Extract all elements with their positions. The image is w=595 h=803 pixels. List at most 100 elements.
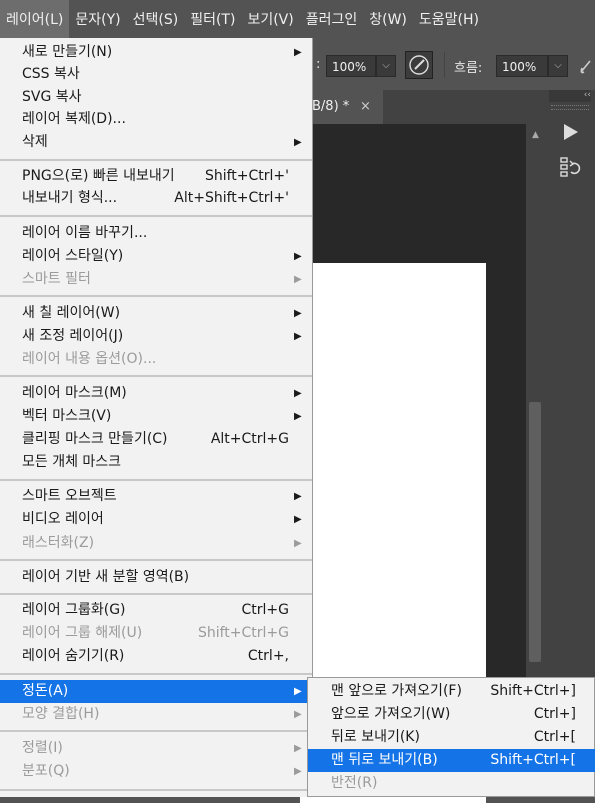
submenu-item-shortcut: Shift+Ctrl+] [490, 683, 576, 699]
menu-item-label: PNG으(로) 빠른 내보내기 [22, 168, 175, 184]
menu-item-label: 레이어 마스크(M) [22, 385, 127, 401]
panel-collapse-button[interactable]: ‹‹ [549, 90, 591, 102]
menubar-item-filter[interactable]: 필터(T) [184, 0, 241, 38]
menu-item-export-as[interactable]: 내보내기 형식... Alt+Shift+Ctrl+' [0, 187, 312, 210]
submenu-arrow-icon: ▶ [294, 709, 302, 720]
menu-item-duplicate-layer[interactable]: 레이어 복제(D)... [0, 108, 312, 131]
submenu-arrow-icon: ▶ [294, 137, 302, 148]
menu-item-shortcut: Ctrl+, [247, 648, 289, 664]
options-separator [444, 52, 445, 78]
menu-item-label: 레이어 스타일(Y) [22, 248, 124, 264]
menu-separator [0, 159, 312, 161]
menu-item-label: 정돈(A) [22, 683, 69, 699]
menu-item-group-layers[interactable]: 레이어 그룹화(G) Ctrl+G [0, 599, 312, 622]
submenu-arrow-icon: ▶ [294, 251, 302, 262]
menu-separator [0, 295, 312, 297]
menu-item-copy-svg[interactable]: SVG 복사 [0, 86, 312, 109]
menu-item-create-clipping-mask[interactable]: 클리핑 마스크 만들기(C) Alt+Ctrl+G [0, 428, 312, 451]
menu-item-copy-css[interactable]: CSS 복사 [0, 63, 312, 86]
menu-bar: 레이어(L) 문자(Y) 선택(S) 필터(T) 보기(V) 플러그인 창(W)… [0, 0, 595, 38]
menu-item-new-fill-layer[interactable]: 새 칠 레이어(W) ▶ [0, 302, 312, 325]
menu-separator [0, 215, 312, 217]
menubar-item-layer[interactable]: 레이어(L) [0, 0, 70, 38]
submenu-arrow-icon: ▶ [294, 514, 302, 525]
menu-item-shortcut: Ctrl+G [241, 602, 290, 618]
menu-item-rename-layer[interactable]: 레이어 이름 바꾸기... [0, 222, 312, 245]
submenu-item-send-to-back[interactable]: 맨 뒤로 보내기(B) Shift+Ctrl+[ [308, 749, 595, 772]
menu-item-smart-object[interactable]: 스마트 오브젝트 ▶ [0, 485, 312, 508]
menubar-item-window[interactable]: 창(W) [363, 0, 413, 38]
menu-item-layer-style[interactable]: 레이어 스타일(Y) ▶ [0, 245, 312, 268]
submenu-item-bring-forward[interactable]: 앞으로 가져오기(W) Ctrl+] [308, 703, 595, 726]
submenu-item-label: 맨 앞으로 가져오기(F) [331, 683, 462, 699]
menu-item-layer-content-options: 레이어 내용 옵션(O)... [0, 348, 312, 371]
menu-item-layer-mask[interactable]: 레이어 마스크(M) ▶ [0, 382, 312, 405]
submenu-item-send-backward[interactable]: 뒤로 보내기(K) Ctrl+[ [308, 726, 595, 749]
menu-item-align: 정렬(I) ▶ [0, 737, 312, 760]
menu-item-smart-filter: 스마트 필터 ▶ [0, 268, 312, 291]
flow-field[interactable]: 100% [496, 55, 548, 77]
opacity-field[interactable]: 100% [326, 55, 376, 77]
menu-item-new-layer-based-slice[interactable]: 레이어 기반 새 분할 영역(B) [0, 566, 312, 589]
menu-item-delete[interactable]: 삭제 ▶ [0, 131, 312, 154]
menu-item-arrange[interactable]: 정돈(A) ▶ [0, 680, 312, 703]
menu-separator [0, 730, 312, 732]
menu-item-shortcut: Shift+Ctrl+G [197, 625, 289, 641]
scroll-up-icon[interactable]: ▲ [526, 130, 545, 140]
menubar-item-select[interactable]: 선택(S) [127, 0, 185, 38]
menu-item-shortcut: Shift+Ctrl+' [204, 168, 289, 184]
menu-item-label: 레이어 내용 옵션(O)... [22, 351, 157, 367]
submenu-item-shortcut: Ctrl+] [533, 706, 576, 722]
close-icon[interactable]: × [360, 90, 371, 124]
submenu-arrow-icon: ▶ [294, 388, 302, 399]
menu-item-quick-export-png[interactable]: PNG으(로) 빠른 내보내기 Shift+Ctrl+' [0, 165, 312, 188]
layer-menu: 새로 만들기(N) ▶ CSS 복사 SVG 복사 레이어 복제(D)... 삭… [0, 38, 313, 797]
menu-item-label: 새 조정 레이어(J) [22, 328, 124, 344]
play-icon[interactable] [558, 120, 582, 144]
menu-separator [0, 673, 312, 675]
history-icon[interactable] [558, 155, 582, 179]
menu-item-label: 새로 만들기(N) [22, 44, 113, 60]
airbrush-icon[interactable] [578, 56, 595, 76]
menu-item-vector-mask[interactable]: 벡터 마스크(V) ▶ [0, 405, 312, 428]
menu-separator [0, 479, 312, 481]
menu-item-label: 스마트 필터 [22, 271, 91, 287]
menubar-item-plugins[interactable]: 플러그인 [300, 0, 364, 38]
menu-item-label: 모든 개체 마스크 [22, 454, 122, 470]
menu-item-label: 분포(Q) [22, 763, 70, 779]
menu-item-mask-all-objects[interactable]: 모든 개체 마스크 [0, 451, 312, 474]
submenu-arrow-icon: ▶ [294, 766, 302, 777]
menu-item-label: CSS 복사 [22, 66, 80, 82]
menu-item-label: 레이어 이름 바꾸기... [22, 225, 148, 241]
menu-item-video-layer[interactable]: 비디오 레이어 ▶ [0, 508, 312, 531]
menubar-item-view[interactable]: 보기(V) [241, 0, 299, 38]
menubar-item-type[interactable]: 문자(Y) [69, 0, 126, 38]
menu-separator [0, 375, 312, 377]
submenu-item-label: 앞으로 가져오기(W) [331, 706, 451, 722]
brush-pressure-icon [409, 55, 429, 75]
scroll-thumb[interactable] [529, 402, 541, 662]
menu-item-label: 비디오 레이어 [22, 511, 104, 527]
submenu-item-bring-to-front[interactable]: 맨 앞으로 가져오기(F) Shift+Ctrl+] [308, 680, 595, 703]
submenu-item-label: 뒤로 보내기(K) [331, 729, 420, 745]
menu-item-new-adjustment-layer[interactable]: 새 조정 레이어(J) ▶ [0, 325, 312, 348]
submenu-arrow-icon: ▶ [294, 686, 302, 697]
menu-item-new[interactable]: 새로 만들기(N) ▶ [0, 41, 312, 64]
opacity-dropdown-icon[interactable]: ⌵ [376, 55, 396, 77]
flow-dropdown-icon[interactable]: ⌵ [548, 55, 568, 77]
menu-item-label: 레이어 그룹화(G) [22, 602, 126, 618]
menu-item-shortcut: Alt+Ctrl+G [210, 431, 289, 447]
menubar-item-help[interactable]: 도움말(H) [413, 0, 485, 38]
submenu-arrow-icon: ▶ [294, 743, 302, 754]
submenu-arrow-icon: ▶ [294, 411, 302, 422]
menu-item-label: 레이어 복제(D)... [22, 111, 126, 127]
panel-grip[interactable] [551, 105, 589, 110]
menu-item-label: 클리핑 마스크 만들기(C) [22, 431, 168, 447]
menu-item-hide-layers[interactable]: 레이어 숨기기(R) Ctrl+, [0, 645, 312, 668]
menu-item-label: 새 칠 레이어(W) [22, 305, 121, 321]
flow-label: 흐름: [454, 61, 483, 76]
menu-item-label: 스마트 오브젝트 [22, 488, 117, 504]
menu-item-label: 내보내기 형식... [22, 190, 118, 206]
brush-pressure-button[interactable] [405, 51, 433, 79]
menu-item-label: 모양 결합(H) [22, 706, 100, 722]
